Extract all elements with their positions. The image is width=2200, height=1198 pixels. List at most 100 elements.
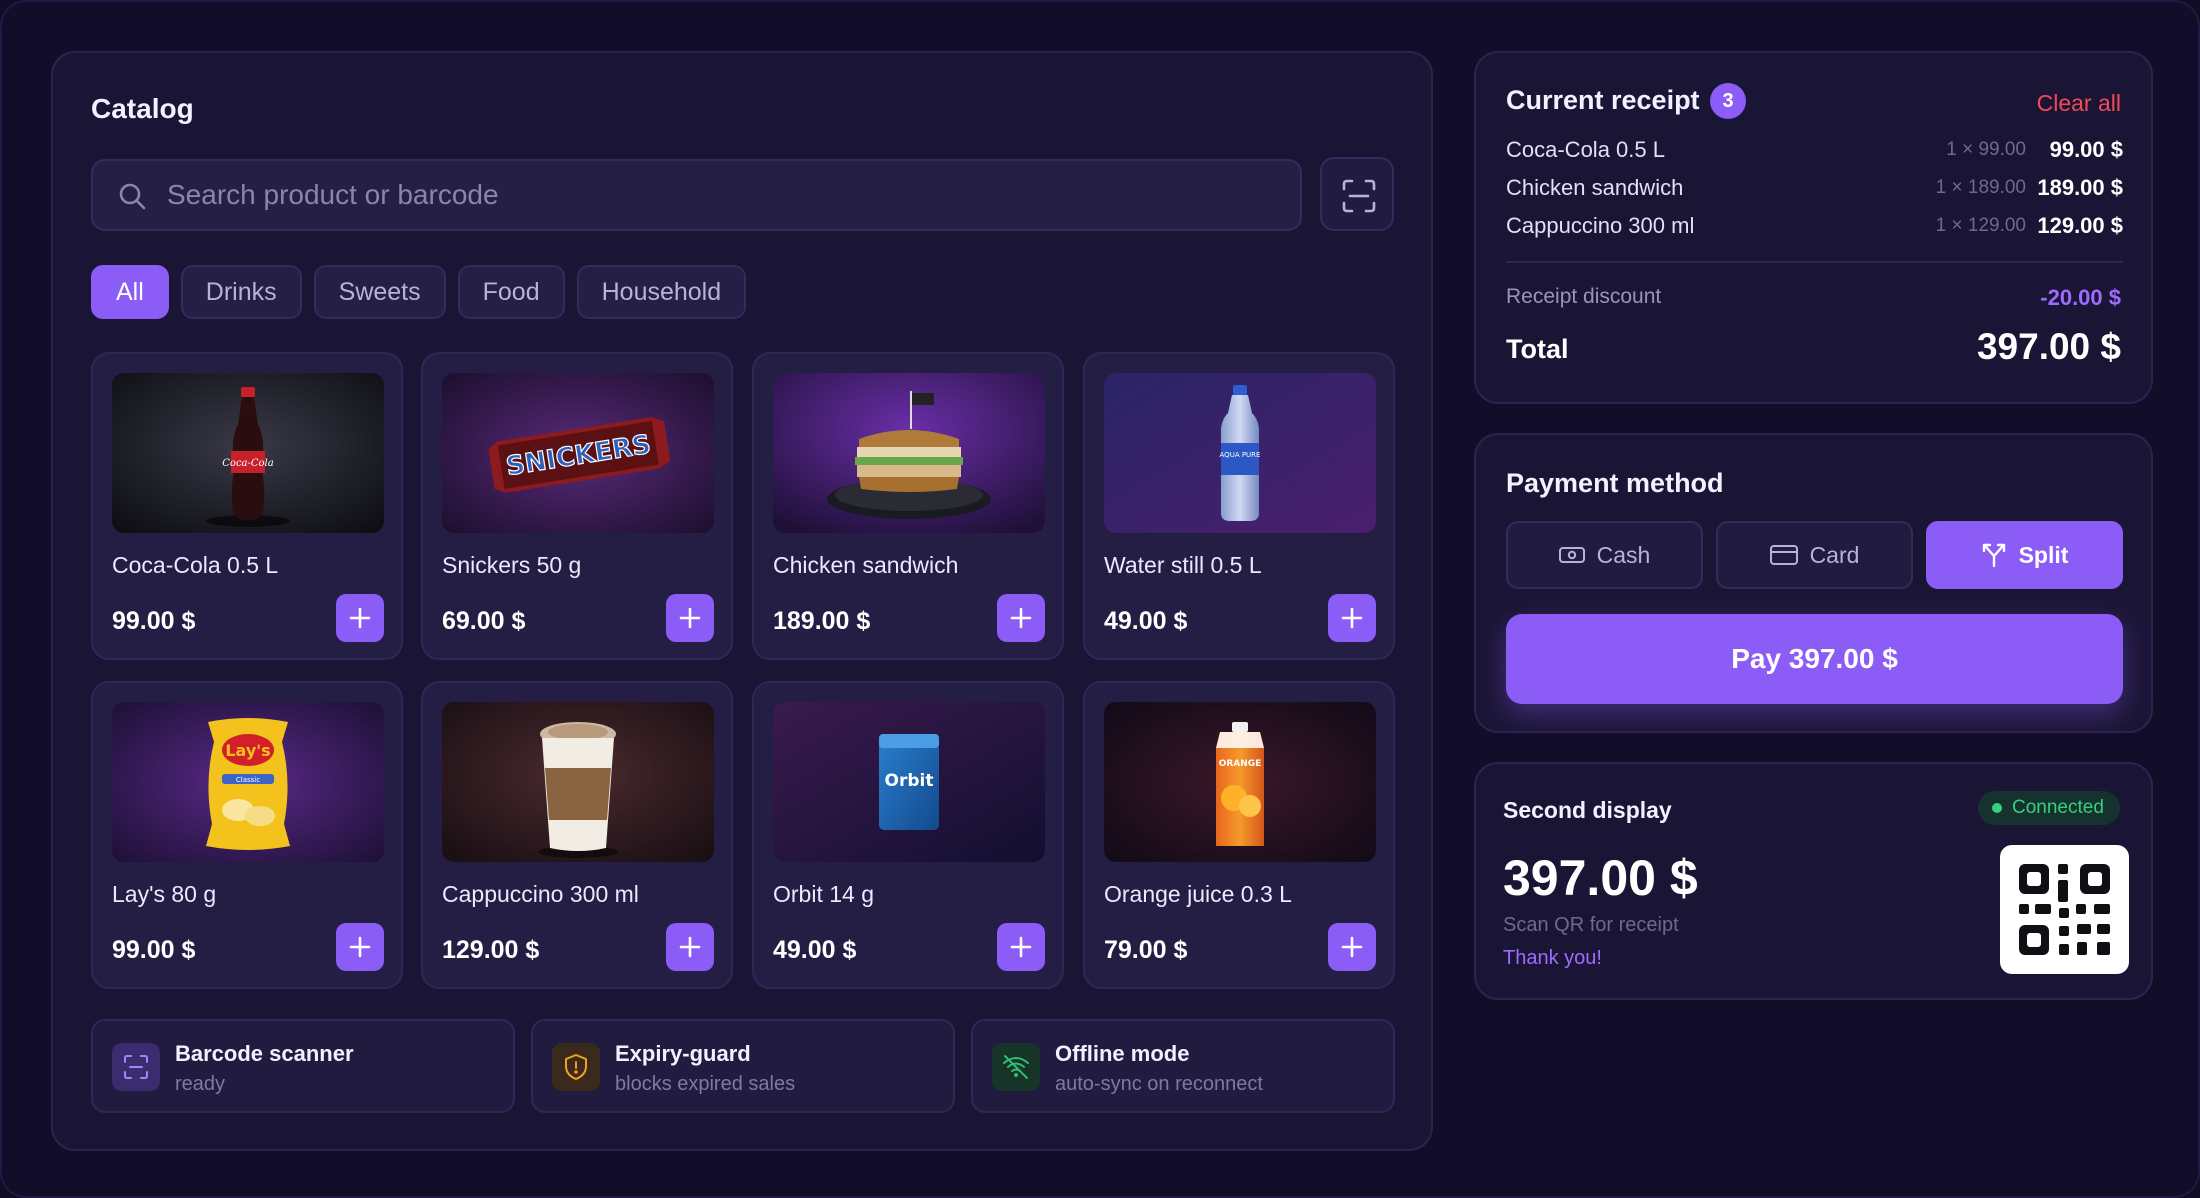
product-price: 49.00 $ [1104,607,1188,635]
product-name: Snickers 50 g [442,552,582,578]
product-card[interactable]: Chicken sandwich 189.00 $ [752,352,1064,660]
second-display-total: 397.00 $ [1503,850,1698,906]
product-price: 99.00 $ [112,936,196,964]
add-to-receipt-button[interactable] [1328,923,1376,971]
feature-subtitle: auto-sync on reconnect [1055,1073,1263,1095]
payment-cash-label: Cash [1596,541,1651,568]
receipt-divider [1506,261,2123,263]
receipt-line[interactable]: Cappuccino 300 ml 1 × 129.00 129.00 $ [1506,213,2123,243]
receipt-item-count-badge: 3 [1710,83,1746,119]
add-to-receipt-button[interactable] [1328,594,1376,642]
feature-title: Barcode scanner [175,1041,354,1066]
receipt-line-qty: 1 × 99.00 [1946,139,2026,160]
receipt-line-qty: 1 × 129.00 [1935,215,2026,236]
product-price: 49.00 $ [773,936,857,964]
payment-card-button[interactable]: Card [1716,521,1913,589]
add-to-receipt-button[interactable] [666,923,714,971]
product-name: Orbit 14 g [773,881,874,907]
discount-value: -20.00 $ [2040,285,2121,310]
second-display-title: Second display [1503,797,1672,823]
receipt-line-name: Chicken sandwich [1506,175,1684,200]
scan-frame-icon [1342,179,1376,213]
product-card[interactable]: Orbit Orbit 14 g 49.00 $ [752,681,1064,989]
add-to-receipt-button[interactable] [666,594,714,642]
product-price: 69.00 $ [442,607,526,635]
product-name: Coca-Cola 0.5 L [112,552,279,578]
receipt-panel: Current receipt 3 Clear all Coca-Cola 0.… [1474,51,2153,404]
cash-icon [1558,547,1585,563]
product-card[interactable]: AQUA PURE Water still 0.5 L 49.00 $ [1083,352,1395,660]
product-name: Lay's 80 g [112,881,217,907]
connection-status-badge: Connected [1978,791,2120,825]
plus-icon [1010,607,1032,629]
category-sweets[interactable]: Sweets [313,265,446,319]
product-image-cola: Coca-Cola [112,373,384,533]
feature-barcode-scanner: Barcode scanner ready [91,1019,515,1113]
thank-you-text: Thank you! [1503,947,1602,969]
barcode-scan-icon [112,1043,160,1091]
receipt-line-qty: 1 × 189.00 [1935,177,2026,198]
pay-button[interactable]: Pay 397.00 $ [1506,614,2123,704]
category-household[interactable]: Household [576,265,747,319]
category-all[interactable]: All [91,265,169,319]
payment-split-label: Split [2018,541,2069,568]
payment-panel: Payment method Cash Card Split Pay 397.0… [1474,433,2153,733]
add-to-receipt-button[interactable] [997,594,1045,642]
total-value: 397.00 $ [1976,326,2121,367]
product-card[interactable]: Coca-Cola Coca-Cola 0.5 L 99.00 $ [91,352,403,660]
receipt-title: Current receipt [1506,85,1700,115]
gum-label-text: Orbit [885,771,934,791]
chips-sub-text: Classic [236,776,260,784]
scan-barcode-button[interactable] [1320,157,1394,231]
product-card[interactable]: SNICKERS Snickers 50 g 69.00 $ [421,352,733,660]
plus-icon [349,607,371,629]
receipt-line[interactable]: Chicken sandwich 1 × 189.00 189.00 $ [1506,175,2123,205]
product-card[interactable]: ORANGE Orange juice 0.3 L 79.00 $ [1083,681,1395,989]
payment-cash-button[interactable]: Cash [1506,521,1703,589]
payment-method-title: Payment method [1506,468,1724,498]
product-price: 79.00 $ [1104,936,1188,964]
product-name: Chicken sandwich [773,552,959,578]
plus-icon [1010,936,1032,958]
juice-label-text: ORANGE [1219,759,1262,769]
plus-icon [1341,936,1363,958]
add-to-receipt-button[interactable] [997,923,1045,971]
product-price: 129.00 $ [442,936,540,964]
total-label: Total [1506,334,1569,364]
shield-alert-icon [552,1043,600,1091]
feature-title: Expiry-guard [615,1041,751,1066]
search-input[interactable] [167,161,1287,229]
feature-subtitle: blocks expired sales [615,1073,796,1095]
receipt-line[interactable]: Coca-Cola 0.5 L 1 × 99.00 99.00 $ [1506,137,2123,167]
add-to-receipt-button[interactable] [336,594,384,642]
plus-icon [349,936,371,958]
category-drinks[interactable]: Drinks [180,265,302,319]
search-box[interactable] [91,159,1302,231]
feature-expiry-guard: Expiry-guard blocks expired sales [531,1019,955,1113]
catalog-title: Catalog [91,93,194,124]
product-name: Orange juice 0.3 L [1104,881,1292,907]
product-image-sandwich [773,373,1045,533]
add-to-receipt-button[interactable] [336,923,384,971]
receipt-line-name: Coca-Cola 0.5 L [1506,137,1665,162]
product-image-water: AQUA PURE [1104,373,1376,533]
feature-status-row: Barcode scanner ready Expiry-guard block… [91,1019,1395,1113]
qr-code-icon [2000,845,2129,974]
category-food[interactable]: Food [457,265,565,319]
product-image-snickers: SNICKERS [442,373,714,533]
product-card[interactable]: Cappuccino 300 ml 129.00 $ [421,681,733,989]
payment-split-button[interactable]: Split [1926,521,2123,589]
product-image-juice: ORANGE [1104,702,1376,862]
product-price: 99.00 $ [112,607,196,635]
product-card[interactable]: Lay's Classic Lay's 80 g 99.00 $ [91,681,403,989]
plus-icon [679,607,701,629]
product-price: 189.00 $ [773,607,871,635]
receipt-line-name: Cappuccino 300 ml [1506,213,1695,238]
card-icon [1769,545,1798,565]
category-filter: All Drinks Sweets Food Household [91,265,747,319]
product-image-coffee [442,702,714,862]
clear-all-button[interactable]: Clear all [2037,90,2121,117]
product-image-chips: Lay's Classic [112,702,384,862]
status-dot-icon [1992,803,2002,813]
receipt-line-amount: 189.00 $ [2037,175,2123,200]
